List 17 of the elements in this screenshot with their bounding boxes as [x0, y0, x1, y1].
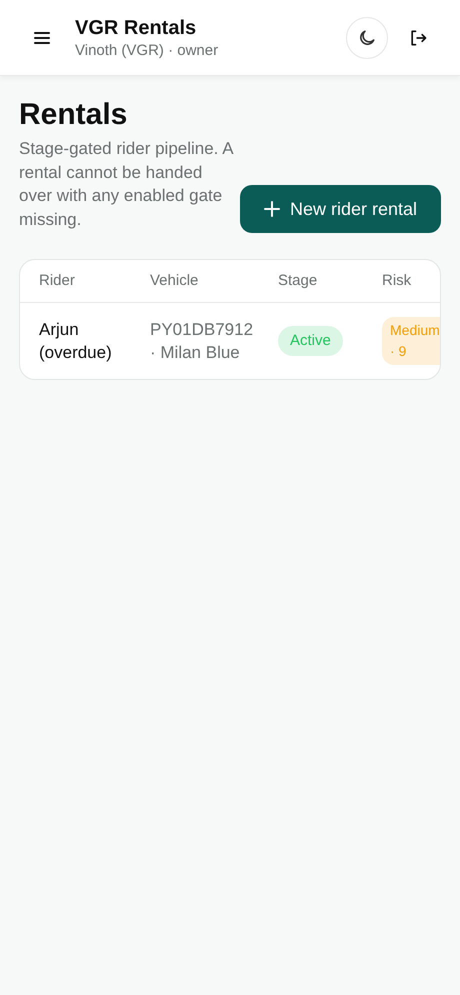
stage-badge: Active: [278, 326, 343, 356]
moon-icon: [357, 28, 377, 48]
new-rental-button[interactable]: New rider rental: [240, 185, 441, 233]
rider-name: Arjun (overdue): [39, 319, 113, 364]
user-role: Vinoth (VGR) · owner: [75, 40, 218, 60]
app-title: VGR Rentals: [75, 16, 198, 40]
menu-icon: [33, 30, 51, 44]
page-description: Stage-gated rider pipeline. A rental cannot be handed over with any enabled gate missing.: [19, 138, 234, 230]
column-header: Rider: [39, 270, 76, 291]
risk-badge: Medium · 9: [382, 317, 440, 365]
column-header: Stage: [278, 270, 318, 291]
column-header: Risk: [382, 270, 412, 291]
theme-toggle-button[interactable]: [346, 16, 388, 58]
plus-icon: [264, 201, 280, 217]
page-title: Rentals: [19, 97, 128, 133]
column-header: Vehicle: [150, 270, 200, 291]
vehicle-info: PY01DB7912 · Milan Blue: [150, 319, 254, 364]
